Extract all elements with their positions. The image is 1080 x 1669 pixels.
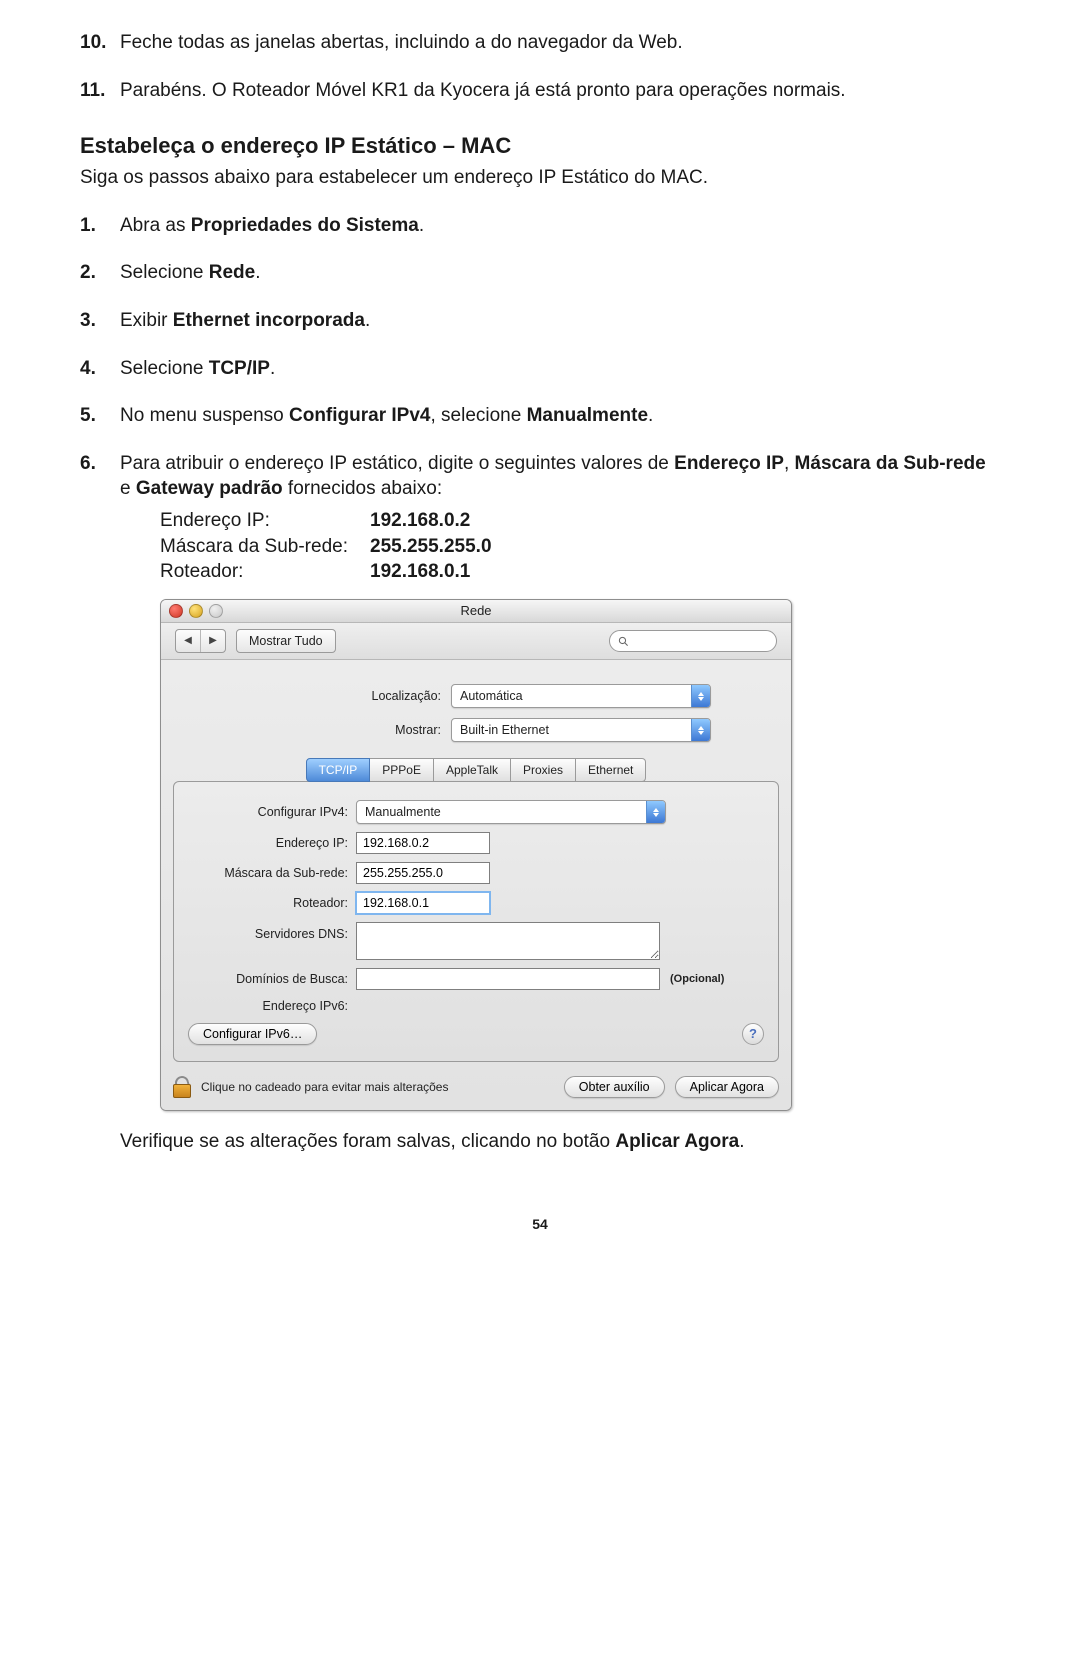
configure-ipv6-label: Configurar IPv6…: [203, 1026, 302, 1043]
step-text: Selecione TCP/IP.: [120, 356, 1000, 382]
step-text: Feche todas as janelas abertas, incluind…: [120, 30, 1000, 56]
router-label: Roteador:: [188, 895, 356, 912]
step-number: 4.: [80, 356, 120, 382]
page-number: 54: [80, 1215, 1000, 1234]
step-number: 3.: [80, 308, 120, 334]
search-input[interactable]: [609, 630, 777, 652]
close-icon[interactable]: [169, 604, 183, 618]
search-domains-label: Domínios de Busca:: [188, 971, 356, 988]
preferences-pane: Localização: Automática Mostrar: Built-i…: [161, 660, 791, 1110]
step-number: 5.: [80, 403, 120, 429]
tab-appletalk[interactable]: AppleTalk: [434, 758, 511, 782]
lock-icon[interactable]: [173, 1076, 191, 1098]
subnet-mask-field[interactable]: [356, 862, 490, 884]
step-text: Parabéns. O Roteador Móvel KR1 da Kyocer…: [120, 78, 1000, 104]
tab-tcpip[interactable]: TCP/IP: [306, 758, 371, 782]
step-number: 1.: [80, 213, 120, 239]
step-number: 6.: [80, 451, 120, 1155]
forward-icon[interactable]: ▶: [201, 630, 225, 652]
nav-buttons[interactable]: ◀ ▶: [175, 629, 226, 653]
optional-label: (Opcional): [670, 972, 724, 987]
steps-list: 1. Abra as Propriedades do Sistema. 2. S…: [80, 213, 1000, 1155]
router-field[interactable]: [356, 892, 490, 914]
search-domains-field[interactable]: [356, 968, 660, 990]
search-icon: [618, 636, 629, 647]
chevron-updown-icon: [646, 801, 665, 823]
step-text: Abra as Propriedades do Sistema.: [120, 213, 1000, 239]
tab-pppoe[interactable]: PPPoE: [370, 758, 434, 782]
help-button[interactable]: ?: [742, 1023, 764, 1045]
back-icon[interactable]: ◀: [176, 630, 201, 652]
ipv6-address-label: Endereço IPv6:: [188, 998, 356, 1015]
show-value: Built-in Ethernet: [460, 722, 691, 739]
step-text: No menu suspenso Configurar IPv4, seleci…: [120, 403, 1000, 429]
ip-address-label: Endereço IP:: [188, 835, 356, 852]
chevron-updown-icon: [691, 685, 710, 707]
section-intro: Siga os passos abaixo para estabelecer u…: [80, 165, 1000, 191]
network-preferences-window: Rede ◀ ▶ Mostrar Tudo: [160, 599, 792, 1111]
show-label: Mostrar:: [241, 722, 451, 739]
tcpip-panel: Configurar IPv4: Manualmente Endereço IP…: [173, 781, 779, 1062]
dns-servers-label: Servidores DNS:: [188, 922, 356, 943]
apply-now-button[interactable]: Aplicar Agora: [675, 1076, 779, 1098]
verify-text: Verifique se as alterações foram salvas,…: [120, 1129, 1000, 1155]
tab-ethernet[interactable]: Ethernet: [576, 758, 646, 782]
step-number: 11.: [80, 78, 120, 104]
configure-ipv6-button[interactable]: Configurar IPv6…: [188, 1023, 317, 1045]
step-text: Selecione Rede.: [120, 260, 1000, 286]
show-all-label: Mostrar Tudo: [249, 633, 323, 650]
settings-tabs: TCP/IP PPPoE AppleTalk Proxies Ethernet: [173, 758, 779, 782]
show-all-button[interactable]: Mostrar Tudo: [236, 629, 336, 653]
config-ipv4-value: Manualmente: [365, 804, 646, 821]
step-text: Para atribuir o endereço IP estático, di…: [120, 451, 1000, 1155]
minimize-icon[interactable]: [189, 604, 203, 618]
ip-values-table: Endereço IP:192.168.0.2 Máscara da Sub-r…: [160, 508, 1000, 585]
window-title: Rede: [161, 602, 791, 620]
subnet-mask-label: Máscara da Sub-rede:: [188, 865, 356, 882]
dns-servers-field[interactable]: [356, 922, 660, 960]
assist-button[interactable]: Obter auxílio: [564, 1076, 665, 1098]
zoom-icon[interactable]: [209, 604, 223, 618]
section-title: Estabeleça o endereço IP Estático – MAC: [80, 131, 1000, 161]
lock-text: Clique no cadeado para evitar mais alter…: [201, 1079, 448, 1095]
prev-steps-list: 10. Feche todas as janelas abertas, incl…: [80, 30, 1000, 103]
tab-proxies[interactable]: Proxies: [511, 758, 576, 782]
chevron-updown-icon: [691, 719, 710, 741]
config-ipv4-select[interactable]: Manualmente: [356, 800, 666, 824]
toolbar: ◀ ▶ Mostrar Tudo: [161, 623, 791, 660]
location-select[interactable]: Automática: [451, 684, 711, 708]
step-number: 2.: [80, 260, 120, 286]
step-text: Exibir Ethernet incorporada.: [120, 308, 1000, 334]
window-footer: Clique no cadeado para evitar mais alter…: [173, 1076, 779, 1098]
config-ipv4-label: Configurar IPv4:: [188, 804, 356, 821]
traffic-lights: [169, 604, 223, 618]
step-number: 10.: [80, 30, 120, 56]
location-value: Automática: [460, 688, 691, 705]
location-label: Localização:: [241, 688, 451, 705]
show-select[interactable]: Built-in Ethernet: [451, 718, 711, 742]
window-titlebar: Rede: [161, 600, 791, 623]
ip-address-field[interactable]: [356, 832, 490, 854]
